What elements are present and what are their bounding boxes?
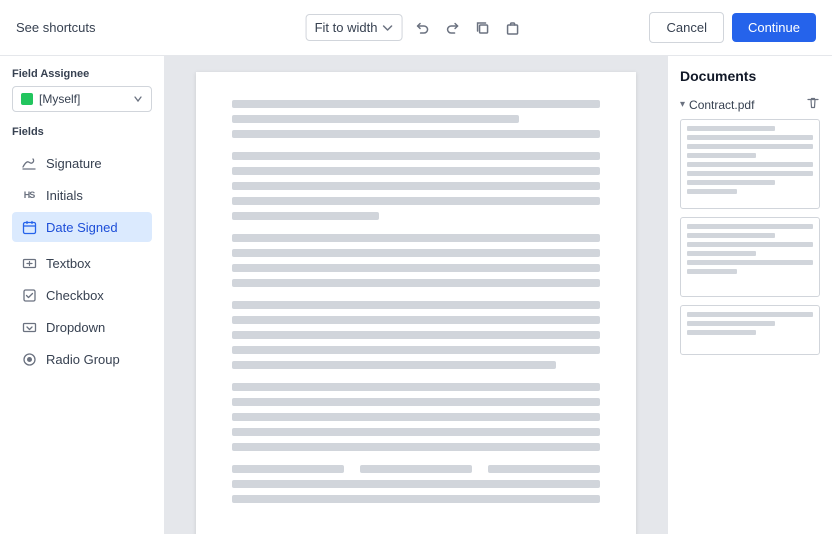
assignee-color-swatch xyxy=(21,93,33,105)
assignee-chevron-icon xyxy=(133,94,143,104)
undo-button[interactable] xyxy=(408,14,436,42)
paste-button[interactable] xyxy=(498,14,526,42)
checkbox-icon xyxy=(20,286,38,304)
doc-thumbnail-3[interactable] xyxy=(680,305,820,355)
sidebar-item-radio-group[interactable]: Radio Group xyxy=(12,344,152,374)
right-panel: Documents ▾ Contract.pdf xyxy=(667,56,832,534)
doc-thumbnail-1[interactable] xyxy=(680,119,820,209)
assignee-name: [Myself] xyxy=(39,92,127,106)
document-area xyxy=(165,56,667,534)
shortcuts-link[interactable]: See shortcuts xyxy=(16,20,96,35)
signature-icon xyxy=(20,154,38,172)
copy-icon xyxy=(474,20,490,36)
signature-label: Signature xyxy=(46,156,102,171)
radio-group-icon xyxy=(20,350,38,368)
doc-file-name: Contract.pdf xyxy=(689,98,806,112)
textbox-label: Textbox xyxy=(46,256,91,271)
fields-section-label: Fields xyxy=(12,126,152,138)
top-bar: See shortcuts Fit to width xyxy=(0,0,832,56)
toolbar-group xyxy=(408,14,526,42)
tree-chevron-icon[interactable]: ▾ xyxy=(680,99,685,110)
sidebar-item-textbox[interactable]: Textbox xyxy=(12,248,152,278)
sidebar: Field Assignee [Myself] Fields Signature… xyxy=(0,56,165,534)
date-signed-icon xyxy=(20,218,38,236)
field-assignee-label: Field Assignee xyxy=(12,68,152,80)
sidebar-item-date-signed[interactable]: Date Signed xyxy=(12,212,152,242)
document-page xyxy=(196,72,636,534)
cancel-button[interactable]: Cancel xyxy=(649,12,723,43)
action-buttons: Cancel Continue xyxy=(649,12,816,43)
continue-button[interactable]: Continue xyxy=(732,13,816,42)
redo-button[interactable] xyxy=(438,14,466,42)
radio-group-label: Radio Group xyxy=(46,352,120,367)
date-signed-label: Date Signed xyxy=(46,220,118,235)
documents-title: Documents xyxy=(680,68,820,84)
sidebar-item-signature[interactable]: Signature xyxy=(12,148,152,178)
fit-to-label: Fit to width xyxy=(315,20,378,35)
sidebar-item-checkbox[interactable]: Checkbox xyxy=(12,280,152,310)
sidebar-item-initials[interactable]: HS Initials xyxy=(12,180,152,210)
textbox-icon xyxy=(20,254,38,272)
copy-button[interactable] xyxy=(468,14,496,42)
dropdown-icon xyxy=(20,318,38,336)
assignee-dropdown[interactable]: [Myself] xyxy=(12,86,152,112)
paste-icon xyxy=(504,20,520,36)
delete-doc-button[interactable] xyxy=(806,96,820,113)
trash-icon xyxy=(806,96,820,110)
doc-thumbnail-2[interactable] xyxy=(680,217,820,297)
initials-label: Initials xyxy=(46,188,83,203)
dropdown-label: Dropdown xyxy=(46,320,105,335)
checkbox-label: Checkbox xyxy=(46,288,104,303)
main-layout: Field Assignee [Myself] Fields Signature… xyxy=(0,56,832,534)
sidebar-item-dropdown[interactable]: Dropdown xyxy=(12,312,152,342)
fit-to-dropdown[interactable]: Fit to width xyxy=(306,14,403,41)
chevron-down-icon xyxy=(381,22,393,34)
undo-icon xyxy=(414,20,430,36)
initials-icon: HS xyxy=(20,186,38,204)
redo-icon xyxy=(444,20,460,36)
